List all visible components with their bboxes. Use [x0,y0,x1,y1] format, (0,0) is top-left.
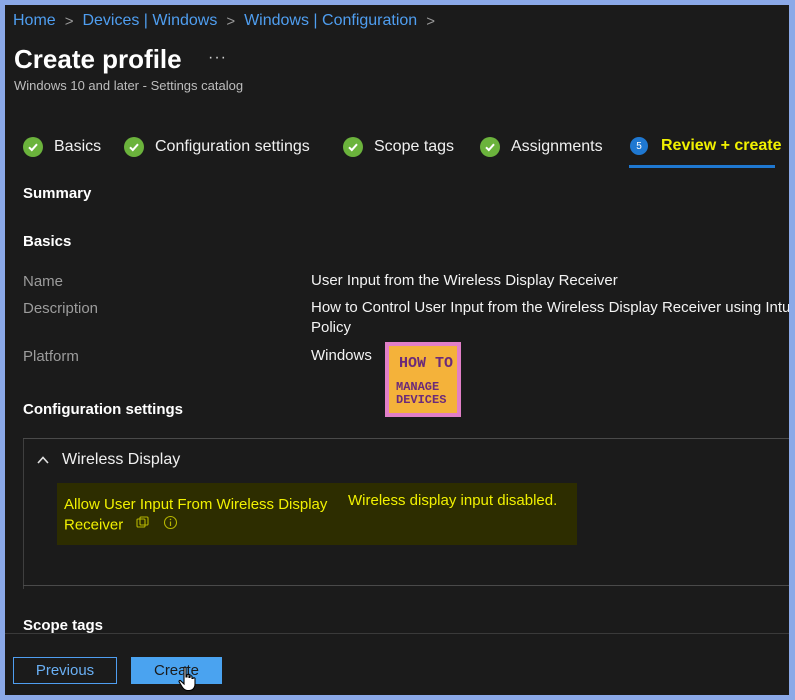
check-circle-icon [480,137,500,157]
tab-label: Scope tags [374,138,455,155]
platform-value: Windows [311,347,372,364]
logo-text-line1: HOW TO [399,355,454,372]
tab-label: Review + create [661,137,782,154]
previous-button[interactable]: Previous [13,657,117,684]
active-tab-indicator [629,165,775,168]
breadcrumb-devices-windows[interactable]: Devices | Windows [82,12,217,30]
tab-configuration-settings[interactable]: Configuration settings [124,137,310,157]
breadcrumb: Home > Devices | Windows > Windows | Con… [13,11,444,31]
tab-label: Basics [54,138,102,155]
footer-divider [5,633,789,634]
breadcrumb-home[interactable]: Home [13,12,56,30]
setting-name-line2: Receiver [64,516,124,534]
copy-settings-icon[interactable] [135,515,150,536]
create-button[interactable]: Create [131,657,222,684]
check-circle-icon [124,137,144,157]
chevron-right-icon: > [64,12,74,30]
logo-text-line3: DEVICES [396,393,447,407]
check-circle-icon [23,137,43,157]
chevron-up-icon [37,456,49,464]
tab-basics[interactable]: Basics [23,137,101,157]
tab-scope-tags[interactable]: Scope tags [343,137,454,157]
wizard-steps: Basics Configuration settings Scope tags… [5,133,789,169]
accordion-label: Wireless Display [62,451,181,468]
page-title: Create profile [14,44,182,74]
divider [23,439,24,589]
check-circle-icon [343,137,363,157]
setting-name: Allow User Input From Wireless Display R… [64,495,334,536]
divider [23,438,789,439]
summary-heading: Summary [23,185,92,202]
name-label: Name [23,273,64,290]
platform-label: Platform [23,348,79,365]
name-value: User Input from the Wireless Display Rec… [311,272,618,289]
info-icon[interactable] [163,515,178,536]
setting-value: Wireless display input disabled. [348,492,558,509]
tab-label: Configuration settings [155,138,310,155]
more-options-icon[interactable]: ··· [208,49,227,67]
hand-cursor-icon [178,666,196,692]
chevron-right-icon: > [226,12,236,30]
description-value-line1: How to Control User Input from the Wirel… [311,299,789,316]
setting-name-line1: Allow User Input From Wireless Display [64,496,328,513]
configuration-settings-heading: Configuration settings [23,401,183,418]
page-subtitle: Windows 10 and later - Settings catalog [14,78,244,93]
wireless-display-accordion[interactable]: Wireless Display [36,451,180,469]
basics-heading: Basics [23,233,72,250]
description-label: Description [23,300,99,317]
tab-assignments[interactable]: Assignments [480,137,603,157]
tab-label: Assignments [511,138,603,155]
step-number-badge: 5 [630,137,648,155]
breadcrumb-windows-configuration[interactable]: Windows | Configuration [244,12,417,30]
scope-tags-heading: Scope tags [23,617,104,634]
window: Home > Devices | Windows > Windows | Con… [5,5,789,695]
divider [23,585,789,586]
howtomanagedevices-logo: HOW TO MANAGE DEVICES [385,342,461,417]
tab-review-create[interactable]: 5 Review + create [630,137,782,155]
description-value-line2: Policy [311,319,352,336]
chevron-right-icon: > [426,12,435,30]
